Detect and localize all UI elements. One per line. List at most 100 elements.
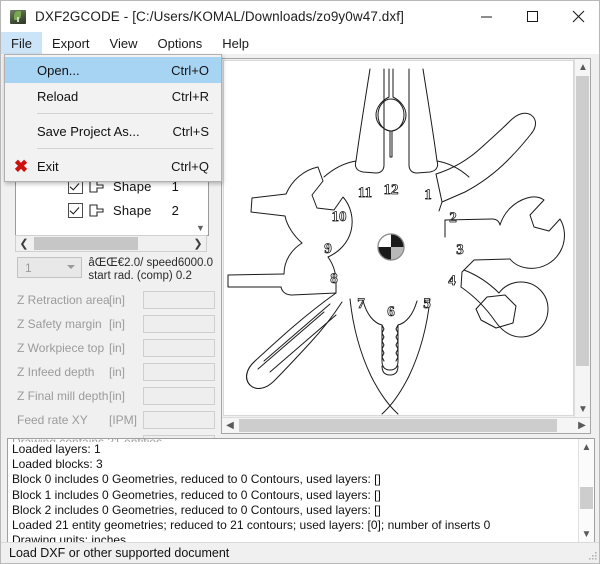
log-vscroll-thumb[interactable] <box>580 487 593 509</box>
save-gutter <box>5 118 37 144</box>
open-gutter <box>5 57 37 83</box>
z-workpiece-top-input[interactable] <box>143 339 215 357</box>
menu-help[interactable]: Help <box>212 32 259 54</box>
menu-item-reload[interactable]: Reload Ctrl+R <box>5 83 221 109</box>
menu-separator <box>37 113 213 114</box>
quadrant-circle-origin-marker <box>377 233 405 261</box>
close-button[interactable] <box>555 1 599 32</box>
clock-numeral-10: 10 <box>332 209 347 225</box>
tool-selector-value: 1 <box>25 260 32 275</box>
tool-selector-row: 1 âŒŒ€2.0/ speed6000.0 start rad. (comp)… <box>17 257 213 283</box>
scroll-right-icon[interactable]: ▶ <box>574 418 590 433</box>
scroll-up-icon[interactable]: ▲ <box>579 439 594 455</box>
shape-icon <box>89 203 104 217</box>
param-feed-rate-xy: Feed rate XY [IPM] <box>17 408 217 432</box>
scroll-down-icon[interactable]: ▼ <box>575 401 591 417</box>
window-controls <box>463 1 599 32</box>
shape-number: 2 <box>171 202 179 218</box>
clock-numeral-11: 11 <box>358 185 372 201</box>
log-vertical-scrollbar[interactable]: ▲ ▼ <box>578 439 594 542</box>
log-line: Loaded blocks: 3 <box>12 457 103 472</box>
shape-list-horizontal-scrollbar[interactable]: ❮ ❯ <box>15 235 207 252</box>
scroll-left-icon[interactable]: ❮ <box>16 236 32 251</box>
hscroll-thumb[interactable] <box>34 237 138 250</box>
param-unit: [in] <box>109 293 126 307</box>
canvas-vscroll-thumb[interactable] <box>576 76 589 366</box>
drawing-canvas[interactable]: 12 1 2 3 4 5 6 7 8 9 10 11 <box>223 60 574 416</box>
scroll-down-icon[interactable]: ▼ <box>579 526 594 542</box>
log-line: Block 2 includes 0 Geometries, reduced t… <box>12 502 381 517</box>
clock-numeral-12: 12 <box>384 182 399 198</box>
scroll-right-icon[interactable]: ❯ <box>190 236 206 251</box>
scroll-up-icon[interactable]: ▲ <box>575 59 591 75</box>
z-safety-margin-input[interactable] <box>143 315 215 333</box>
param-label: Z Final mill depth <box>17 389 109 403</box>
tool-selector-combobox[interactable]: 1 <box>17 257 83 278</box>
param-unit: [in] <box>109 317 126 331</box>
menu-item-open-accel: Ctrl+O <box>171 62 209 78</box>
hscroll-track[interactable] <box>32 236 190 251</box>
status-bar: Load DXF or other supported document <box>1 542 599 563</box>
menu-item-open-label: Open... <box>37 62 80 78</box>
canvas-hscroll-thumb[interactable] <box>239 419 557 432</box>
menu-item-exit-accel: Ctrl+Q <box>171 158 209 174</box>
application-window: DXF2GCODE - [C:/Users/KOMAL/Downloads/zo… <box>0 0 600 564</box>
menu-item-exit-label: Exit <box>37 158 59 174</box>
window-title: DXF2GCODE - [C:/Users/KOMAL/Downloads/zo… <box>35 9 404 24</box>
param-label: Z Workpiece top <box>17 341 105 355</box>
list-item[interactable]: Shape 2 <box>16 198 208 222</box>
param-unit: [IPM] <box>109 413 138 427</box>
clock-numeral-9: 9 <box>324 241 332 257</box>
z-retraction-area-input[interactable] <box>143 291 215 309</box>
param-unit: [in] <box>109 389 126 403</box>
clock-numeral-7: 7 <box>357 296 365 312</box>
log-line: Loaded layers: 1 <box>12 442 101 456</box>
menu-item-exit[interactable]: ✖ Exit Ctrl+Q <box>5 153 221 179</box>
resize-grip-icon[interactable] <box>586 549 598 561</box>
param-z-workpiece-top: Z Workpiece top [in] <box>17 336 217 360</box>
status-message: Load DXF or other supported document <box>9 546 230 560</box>
red-x-icon: ✖ <box>13 156 29 176</box>
param-unit: [in] <box>109 341 126 355</box>
menu-export[interactable]: Export <box>42 32 100 54</box>
scroll-left-icon[interactable]: ◀ <box>222 418 238 433</box>
z-infeed-depth-input[interactable] <box>143 363 215 381</box>
param-label: Z Infeed depth <box>17 365 95 379</box>
param-label: Z Retraction area <box>17 293 110 307</box>
log-line: Block 0 includes 0 Geometries, reduced t… <box>12 472 381 487</box>
z-final-mill-depth-input[interactable] <box>143 387 215 405</box>
param-unit: [in] <box>109 365 126 379</box>
file-menu-dropdown[interactable]: Open... Ctrl+O Reload Ctrl+R Save Projec… <box>4 54 222 182</box>
clock-numeral-2: 2 <box>449 210 457 226</box>
chevron-down-icon <box>67 265 76 269</box>
param-z-retraction-area: Z Retraction area [in] <box>17 288 217 312</box>
clock-numeral-5: 5 <box>423 296 431 312</box>
clock-numeral-4: 4 <box>448 273 456 289</box>
param-z-final-mill-depth: Z Final mill depth [in] <box>17 384 217 408</box>
menu-item-save-label: Save Project As... <box>37 123 140 139</box>
log-output-panel[interactable]: Drawing contains 21 entities Loaded laye… <box>7 438 595 543</box>
menu-options[interactable]: Options <box>147 32 212 54</box>
dxf2gcode-app-icon <box>10 9 26 25</box>
canvas-horizontal-scrollbar[interactable]: ◀ ▶ <box>222 417 590 433</box>
scroll-down-icon[interactable]: ▼ <box>193 220 208 235</box>
menu-view[interactable]: View <box>100 32 148 54</box>
menu-item-save-accel: Ctrl+S <box>172 123 209 139</box>
menu-item-open[interactable]: Open... Ctrl+O <box>5 57 221 83</box>
canvas-vertical-scrollbar[interactable]: ▲ ▼ <box>574 59 590 417</box>
menu-item-save-project-as[interactable]: Save Project As... Ctrl+S <box>5 118 221 144</box>
menu-item-reload-accel: Ctrl+R <box>171 88 209 104</box>
title-bar: DXF2GCODE - [C:/Users/KOMAL/Downloads/zo… <box>1 1 599 33</box>
clock-numeral-8: 8 <box>330 271 338 287</box>
menu-item-reload-label: Reload <box>37 88 79 104</box>
feed-rate-xy-input[interactable] <box>143 411 215 429</box>
param-z-safety-margin: Z Safety margin [in] <box>17 312 217 336</box>
maximize-button[interactable] <box>509 1 555 32</box>
minimize-button[interactable] <box>463 1 509 32</box>
menu-separator <box>37 148 213 149</box>
tool-info-line2: start rad. (comp) 0.2 <box>88 270 192 282</box>
menu-file[interactable]: File <box>1 32 42 54</box>
shape-checkbox[interactable] <box>68 202 83 218</box>
log-line: Block 1 includes 0 Geometries, reduced t… <box>12 487 381 502</box>
log-line: Loaded 21 entity geometries; reduced to … <box>12 518 491 533</box>
